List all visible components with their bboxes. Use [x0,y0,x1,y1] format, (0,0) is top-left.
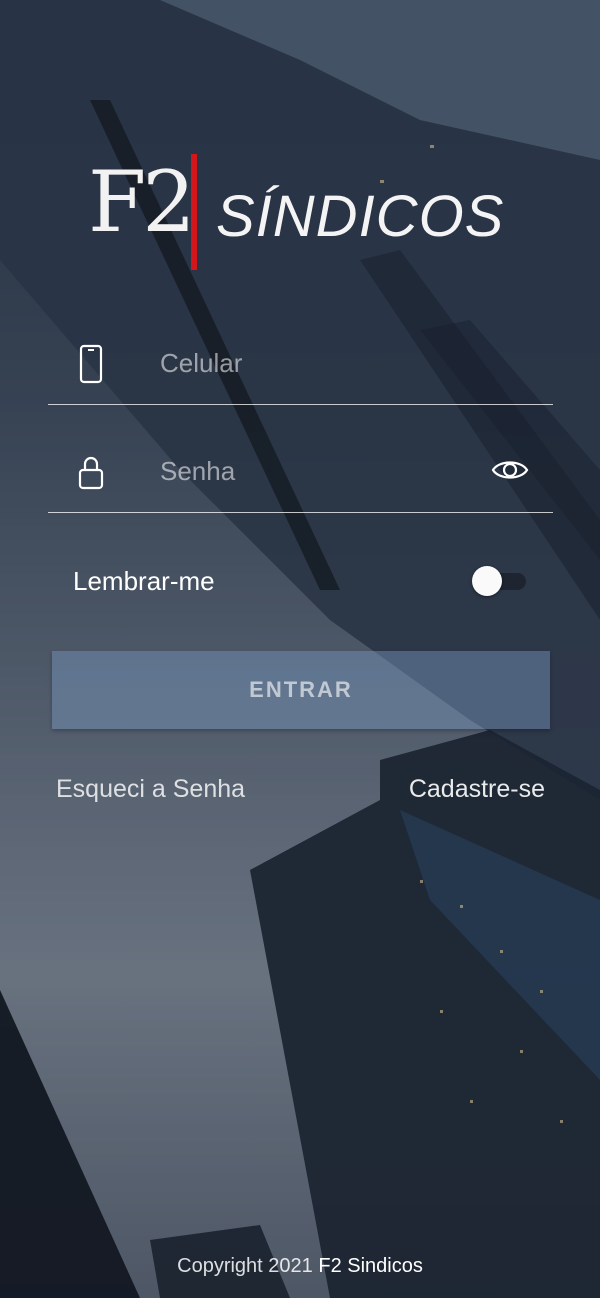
forgot-password-link[interactable]: Esqueci a Senha [56,775,245,804]
remember-me-label: Lembrar-me [73,566,215,596]
company-name: F2 Sindicos [318,1255,423,1277]
login-screen: F2 SÍNDICOS Lembrar-me ENTRAR Esqueci a … [0,0,600,1298]
app-logo: F2 SÍNDICOS [88,150,528,270]
password-input[interactable] [158,452,462,490]
password-field [48,442,553,513]
phone-field [48,334,553,405]
lock-icon [78,456,104,490]
logo-mark: F2 [88,153,196,251]
remember-me-toggle[interactable] [470,566,528,596]
logo-divider [191,154,197,270]
login-button[interactable]: ENTRAR [52,651,550,729]
copyright-footer: Copyright 2021 F2 Sindicos [0,1255,600,1278]
eye-icon[interactable] [491,456,529,484]
copyright-text: Copyright 2021 [177,1255,313,1277]
toggle-knob [472,566,502,596]
register-link[interactable]: Cadastre-se [409,775,545,804]
logo-name: SÍNDICOS [216,184,505,249]
phone-input[interactable] [158,344,462,382]
smartphone-icon [79,344,103,384]
